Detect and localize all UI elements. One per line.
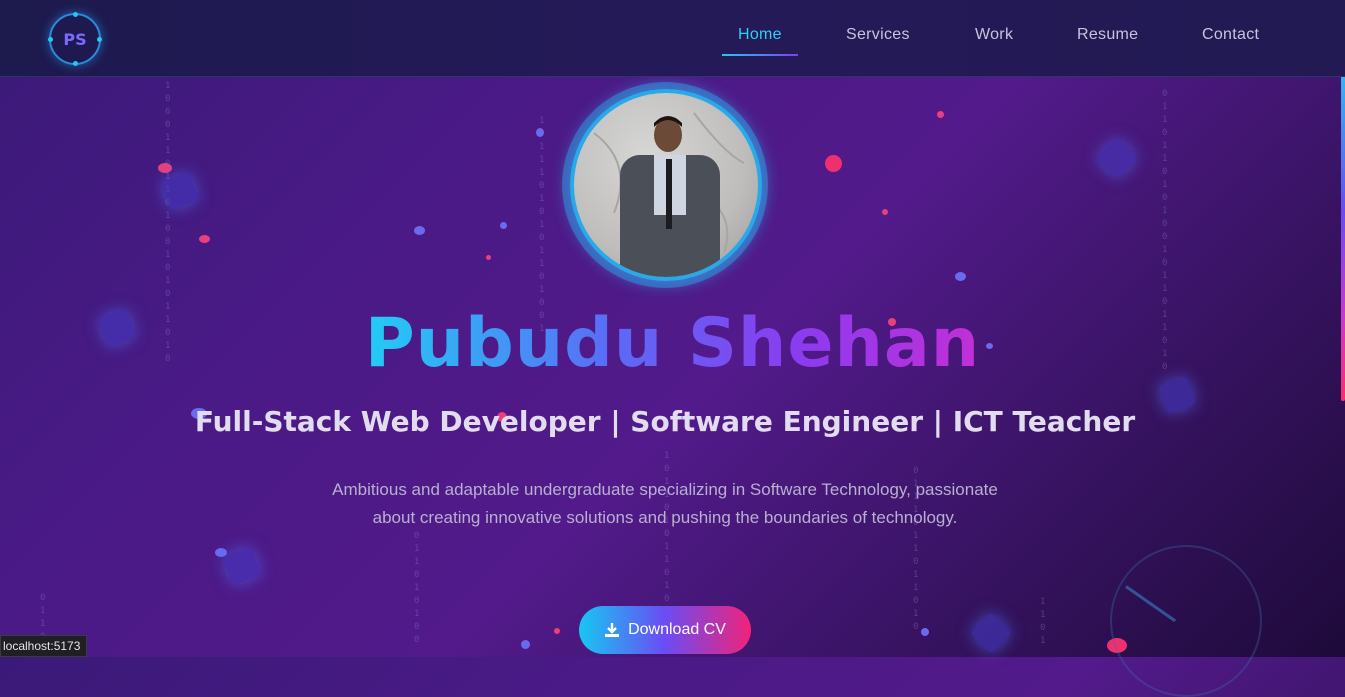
gauge-icon — [1110, 545, 1262, 697]
nav-item-work[interactable]: Work — [975, 26, 1013, 44]
floating-particle — [500, 222, 507, 229]
floating-particle — [521, 640, 530, 649]
floating-particle — [199, 235, 210, 243]
nav-item-home[interactable]: Home — [738, 26, 782, 44]
binary-rain: 011010100 — [414, 531, 420, 645]
navbar: PS Home Services Work Resume Contact — [0, 0, 1345, 77]
floating-particle — [955, 272, 966, 281]
floating-particle — [825, 155, 842, 172]
floating-particle — [921, 628, 929, 636]
floating-particle — [554, 628, 560, 634]
download-icon — [605, 623, 620, 637]
nav-item-contact[interactable]: Contact — [1202, 26, 1259, 44]
download-cv-button[interactable]: Download CV — [579, 606, 751, 654]
nav-item-resume[interactable]: Resume — [1077, 26, 1138, 44]
floating-particle — [158, 163, 172, 173]
memory-icon — [222, 546, 262, 586]
status-bar-url: localhost:5173 — [0, 635, 88, 657]
floating-particle — [882, 209, 888, 215]
hero-subtitle: Full-Stack Web Developer | Software Engi… — [194, 405, 1136, 438]
logo-text: PS — [63, 29, 87, 49]
download-cv-label: Download CV — [628, 621, 726, 638]
person-icon — [593, 112, 745, 277]
binary-rain: 10111010101101001 — [539, 116, 545, 334]
floating-particle — [414, 226, 425, 235]
chip-icon — [1095, 136, 1139, 180]
floating-particle — [486, 255, 491, 260]
gear-icon — [969, 611, 1013, 655]
nav-item-services[interactable]: Services — [846, 26, 910, 44]
logo[interactable]: PS — [48, 12, 102, 66]
binary-rain: 1101 — [1040, 597, 1046, 646]
hero-name: Pubudu Shehan — [364, 304, 981, 383]
hero-description: Ambitious and adaptable undergraduate sp… — [332, 480, 998, 527]
floating-particle — [536, 128, 544, 137]
active-nav-indicator — [722, 54, 798, 56]
profile-photo — [570, 89, 762, 281]
floating-particle — [937, 111, 944, 118]
